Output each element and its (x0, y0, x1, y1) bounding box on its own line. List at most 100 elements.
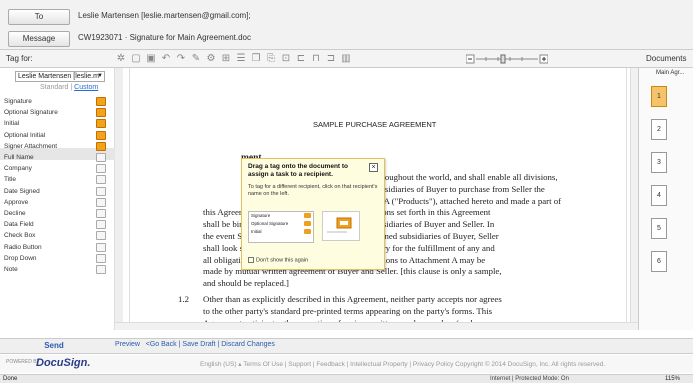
documents-label: Documents (646, 54, 687, 63)
page-thumbnail-1[interactable]: 1 (651, 86, 667, 107)
toolbar-icons: ✲ ▢ ▣ ↶ ↷ ✎ ⚙ ⊞ ☰ ❐ ⎘ ⊡ ⊏ ⊓ ⊐ ▥ (115, 53, 352, 65)
tag-item-label: Signer Attachment (4, 142, 58, 150)
mini-item: Signature (249, 212, 313, 220)
radio-tag-icon[interactable] (96, 242, 106, 252)
left-scrollbar[interactable] (115, 68, 123, 330)
tag-item-label: Date Signed (4, 187, 40, 195)
page-thumbnail-2[interactable]: 2 (651, 119, 667, 140)
drag-illustration-icon (322, 211, 360, 241)
copy-icon[interactable]: ❐ (250, 53, 262, 65)
tag-item-label: Decline (4, 210, 26, 217)
bar-chart-icon[interactable]: ▥ (340, 53, 352, 65)
tag-item-label: Radio Button (4, 243, 42, 251)
paragraph-line: to the other party's standard pre-printe… (203, 305, 493, 316)
tag-item-label: Full Name (4, 154, 34, 161)
footer-actions: Preview <Go Back | Save Draft | Discard … (115, 341, 275, 348)
fullname-tag-icon[interactable] (96, 153, 106, 162)
title-tag-icon[interactable] (96, 175, 106, 185)
tag-item-label: Company (4, 165, 32, 173)
document-horizontal-scrollbar[interactable] (115, 322, 638, 330)
documents-panel: Main Agr... 1 2 3 4 5 6 (638, 68, 693, 330)
redo-icon[interactable]: ↷ (175, 53, 187, 65)
edit-icon[interactable]: ✎ (190, 53, 202, 65)
list-icon[interactable]: ☰ (235, 53, 247, 65)
tag-item-label: Note (4, 266, 18, 273)
group-icon[interactable]: ⊡ (280, 53, 292, 65)
sign-tag-icon[interactable] (96, 97, 106, 106)
tag-item-label: Check Box (4, 232, 36, 240)
close-icon[interactable]: × (369, 163, 378, 172)
paragraph-line: Other than as explicitly described in th… (203, 294, 502, 304)
tag-item-note[interactable]: Note (4, 264, 106, 276)
decline-tag-icon[interactable] (96, 209, 106, 218)
page-thumbnail-5[interactable]: 5 (651, 218, 667, 239)
tag-item-drop-down[interactable]: Drop Down (4, 253, 106, 265)
tab-custom[interactable]: Custom (74, 84, 98, 91)
sign-tag-icon (304, 213, 311, 218)
tag-item-radio-button[interactable]: Radio Button (4, 242, 106, 254)
tag-item-label: Optional Initial (4, 131, 46, 139)
status-text: Done (3, 376, 18, 382)
company-tag-icon[interactable] (96, 164, 106, 174)
main-agreement-label: Main Agr... (656, 70, 685, 76)
save-draft-link[interactable]: Save Draft (182, 341, 215, 348)
tag-item-initial[interactable]: Initial (4, 118, 106, 130)
tag-item-optional-signature[interactable]: Optional Signature (4, 107, 106, 119)
tag-item-full-name[interactable]: Full Name (4, 152, 106, 164)
checkbox-icon[interactable] (248, 257, 254, 263)
datafield-tag-icon[interactable] (96, 220, 106, 230)
page2-icon[interactable]: ▣ (145, 53, 157, 65)
approve-tag-icon[interactable] (96, 197, 106, 207)
docusign-logo: DocuSign. (36, 357, 91, 369)
tag-item-decline[interactable]: Decline (4, 208, 106, 220)
tag-item-signer-attachment[interactable]: Signer Attachment (4, 141, 106, 153)
tag-tabs: Standard | Custom (40, 84, 99, 91)
paste-icon[interactable]: ⎘ (265, 53, 277, 65)
tag-item-date-signed[interactable]: Date Signed (4, 186, 106, 198)
zoom-slider[interactable] (466, 54, 548, 64)
to-button[interactable]: To (8, 9, 70, 25)
table-icon[interactable]: ⊞ (220, 53, 232, 65)
document-scrollbar[interactable] (630, 68, 638, 330)
align-top-icon[interactable]: ⊓ (310, 53, 322, 65)
dont-show-checkbox[interactable]: Don't show this again (248, 257, 308, 263)
align-right-icon[interactable]: ⊐ (325, 53, 337, 65)
message-button[interactable]: Message (8, 31, 70, 47)
recipient-select[interactable]: Leslie Martensen [leslie.m ▼ (15, 71, 105, 82)
align-left-icon[interactable]: ⊏ (295, 53, 307, 65)
initial-tag-icon[interactable] (96, 119, 106, 129)
tag-item-approve[interactable]: Approve (4, 197, 106, 209)
gear-icon[interactable]: ⚙ (205, 53, 217, 65)
note-tag-icon[interactable] (96, 265, 106, 274)
zoom-slider-graphic[interactable] (466, 54, 548, 64)
page-thumbnail-4[interactable]: 4 (651, 185, 667, 206)
tag-item-title[interactable]: Title (4, 174, 106, 186)
to-field: Leslie Martensen [leslie.martensen@gmail… (78, 11, 251, 20)
dont-show-label: Don't show this again (256, 257, 309, 264)
optional-initial-tag-icon[interactable] (96, 130, 106, 140)
popup-title: Drag a tag onto the document to assign a… (248, 163, 349, 178)
page-thumbnail-3[interactable]: 3 (651, 152, 667, 173)
toolbar: Tag for: ✲ ▢ ▣ ↶ ↷ ✎ ⚙ ⊞ ☰ ❐ ⎘ ⊡ ⊏ ⊓ ⊐ ▥ (0, 50, 693, 68)
date-tag-icon[interactable] (96, 186, 106, 196)
discard-link[interactable]: Discard Changes (221, 341, 275, 348)
tag-item-check-box[interactable]: Check Box (4, 230, 106, 242)
send-button[interactable]: Send (0, 339, 108, 353)
optional-sign-tag-icon[interactable] (96, 108, 106, 118)
go-back-link[interactable]: <Go Back (146, 341, 177, 348)
dropdown-tag-icon[interactable] (96, 253, 106, 263)
page-thumbnail-6[interactable]: 6 (651, 251, 667, 272)
preview-link[interactable]: Preview (115, 341, 140, 348)
tab-standard[interactable]: Standard (40, 84, 68, 91)
tag-item-signature[interactable]: Signature (4, 96, 106, 108)
attachment-tag-icon[interactable] (96, 141, 106, 151)
page-icon[interactable]: ▢ (130, 53, 142, 65)
settings-icon[interactable]: ✲ (115, 53, 127, 65)
zoom-level[interactable]: 115% (665, 375, 680, 383)
tag-item-data-field[interactable]: Data Field (4, 219, 106, 231)
document-view: SAMPLE PURCHASE AGREEMENT ment ent shall… (123, 68, 630, 330)
checkbox-tag-icon[interactable] (96, 231, 106, 241)
tag-item-optional-initial[interactable]: Optional Initial (4, 130, 106, 142)
undo-icon[interactable]: ↶ (160, 53, 172, 65)
tag-item-company[interactable]: Company (4, 163, 106, 175)
